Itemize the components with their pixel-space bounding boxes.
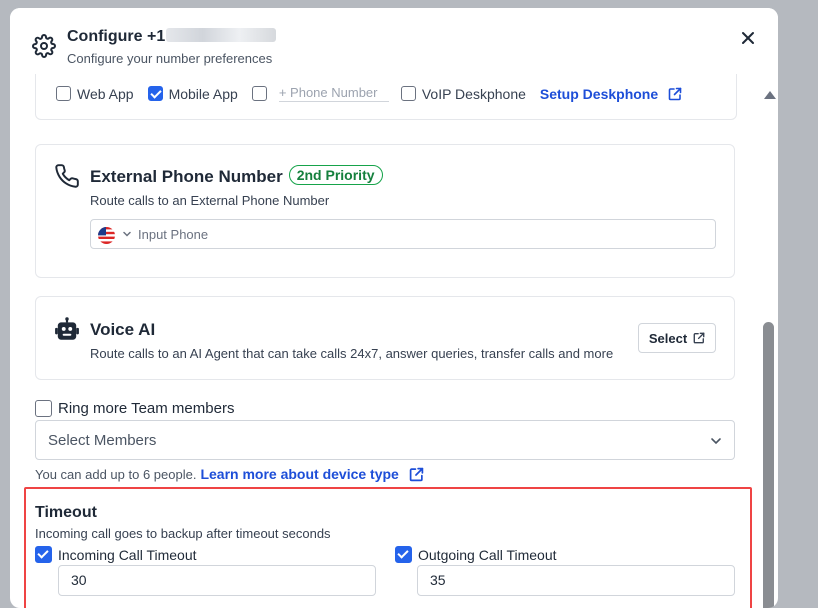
mobile-app-label: Mobile App [168,85,238,102]
voice-ai-description: Route calls to an AI Agent that can take… [90,346,614,361]
voip-deskphone-checkbox[interactable] [400,86,416,101]
timeout-title: Timeout [35,504,97,521]
configure-number-modal: Configure +1 Configure your number prefe… [10,8,778,608]
external-phone-description: Route calls to an External Phone Number [90,193,330,208]
close-icon[interactable] [738,28,758,48]
team-help-text: You can add up to 6 people. Learn more a… [35,466,424,482]
modal-content: Web App Mobile App + Phone Number VoIP D… [10,44,778,608]
gear-icon [32,34,56,58]
device-option-phone-number[interactable] [251,86,273,101]
modal-header: Configure +1 Configure your number prefe… [10,8,778,74]
ring-team-members-option[interactable]: Ring more Team members [35,400,234,417]
external-link-icon[interactable] [409,467,424,482]
priority-badge: 2nd Priority [288,165,383,185]
redacted-phone-number [166,28,277,42]
voip-deskphone-label: VoIP Deskphone [421,85,526,102]
phone-number-checkbox[interactable] [251,86,267,101]
voice-ai-select-label: Select [648,330,688,346]
ring-team-members-label: Ring more Team members [58,400,235,417]
web-app-checkbox[interactable] [56,86,71,101]
incoming-timeout-input[interactable]: 30 [58,565,376,596]
scrollbar[interactable] [762,88,776,608]
scroll-up-arrow[interactable] [764,91,776,99]
team-help-label: You can add up to 6 people. [35,466,197,482]
chevron-down-icon[interactable] [122,229,132,239]
chevron-down-icon [711,438,721,445]
voice-ai-title: Voice AI [90,320,156,339]
phone-number-input[interactable]: + Phone Number [278,85,389,102]
modal-title: Configure +1 [67,28,277,46]
learn-more-link[interactable]: Learn more about device type [200,466,398,482]
device-option-web-app[interactable]: Web App [56,86,134,102]
select-members-dropdown[interactable]: Select Members [35,420,735,460]
mobile-app-checkbox[interactable] [147,86,163,101]
modal-subtitle: Configure your number preferences [67,51,273,66]
incoming-timeout-checkbox[interactable] [35,546,52,563]
modal-title-text: Configure +1 [67,28,166,45]
phone-icon [55,164,79,188]
voice-ai-card: Voice AI Route calls to an AI Agent that… [35,296,735,380]
scroll-thumb[interactable] [763,322,774,608]
external-phone-title-text: External Phone Number [90,167,283,186]
outgoing-timeout-label: Outgoing Call Timeout [418,546,557,563]
select-members-placeholder: Select Members [48,432,157,449]
setup-deskphone-label: Setup Deskphone [539,85,659,102]
outgoing-timeout-input[interactable]: 35 [417,565,735,596]
device-option-mobile-app[interactable]: Mobile App [147,85,238,102]
web-app-label: Web App [77,85,134,102]
external-phone-title: External Phone Number 2nd Priority [90,165,383,187]
incoming-timeout-option[interactable]: Incoming Call Timeout [35,546,197,563]
external-link-icon [693,332,705,344]
device-option-voip-deskphone[interactable]: VoIP Deskphone [400,85,526,102]
outgoing-timeout-checkbox[interactable] [395,546,412,563]
setup-deskphone-link[interactable]: Setup Deskphone [540,86,682,102]
external-phone-card: External Phone Number 2nd Priority Route … [35,144,735,278]
external-link-icon [668,87,682,100]
voice-ai-select-button[interactable]: Select [638,323,716,353]
timeout-description: Incoming call goes to backup after timeo… [35,526,331,541]
external-phone-input[interactable]: Input Phone [90,219,716,249]
ring-team-members-checkbox[interactable] [35,400,52,417]
external-phone-placeholder: Input Phone [138,227,209,242]
incoming-timeout-label: Incoming Call Timeout [58,546,197,563]
device-options-row: Web App Mobile App + Phone Number VoIP D… [56,85,682,102]
outgoing-timeout-option[interactable]: Outgoing Call Timeout [395,546,557,563]
robot-icon [55,317,79,340]
us-flag-icon[interactable] [98,227,115,244]
